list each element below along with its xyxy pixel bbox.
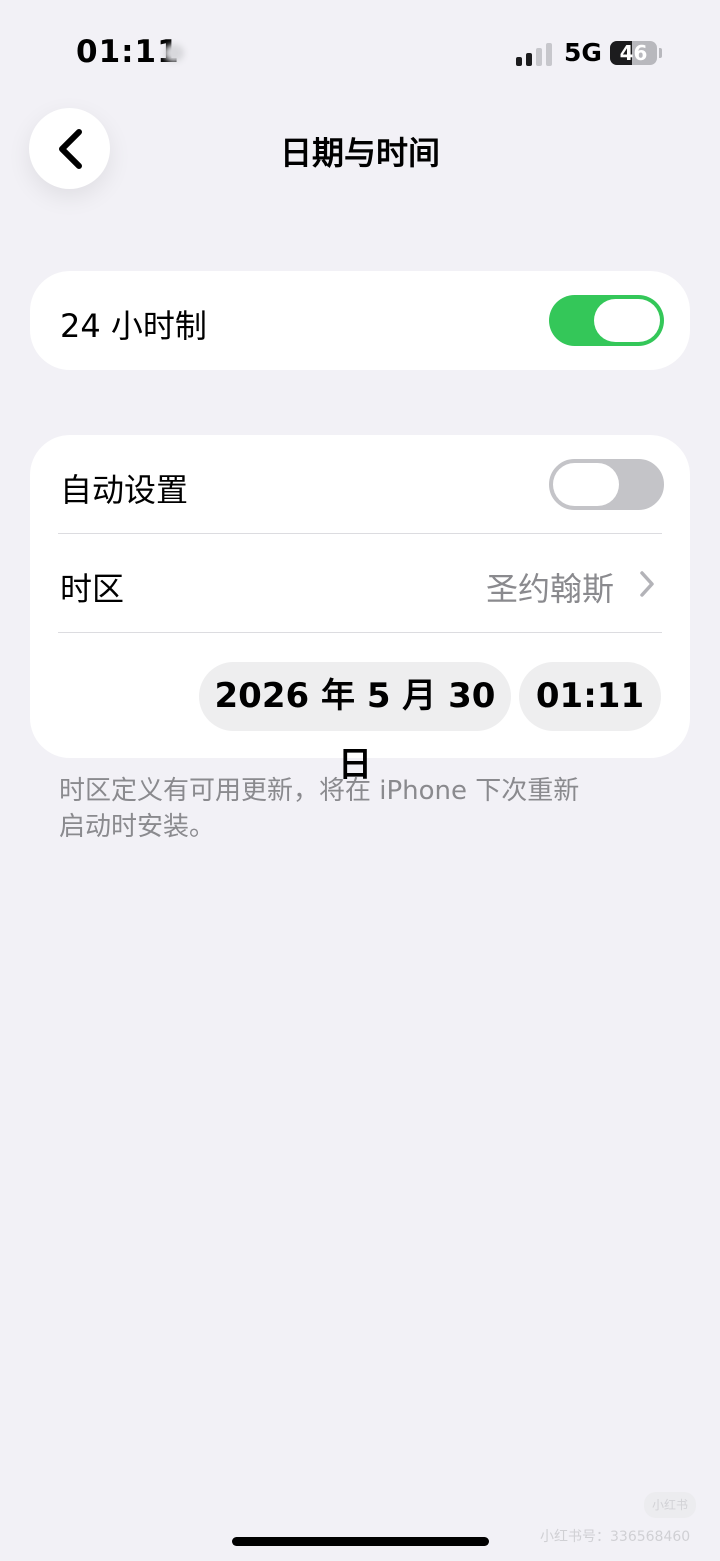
watermark-logo: 小红书 [644,1492,696,1518]
hour-format-card: 24 小时制 [30,271,690,370]
network-type: 5G [564,38,602,67]
timezone-row[interactable]: 时区 圣约翰斯 [30,534,690,633]
auto-set-toggle[interactable] [549,459,664,510]
battery-cap [659,48,662,58]
battery-level: 46 [619,41,648,65]
time-picker-button[interactable]: 01:11 [519,662,661,731]
location-icon [164,44,184,62]
note-line-1: 时区定义有可用更新，将在 iPhone 下次重新 [59,776,580,806]
timezone-label: 时区 [60,570,125,608]
status-bar: 01:11 5G 46 [0,0,720,100]
page-title: 日期与时间 [279,134,440,172]
timezone-update-note: 时区定义有可用更新，将在 iPhone 下次重新 启动时安装。 [59,773,619,845]
hour-24-label: 24 小时制 [60,307,207,345]
toggle-knob [553,463,619,506]
signal-strength-icon [516,42,552,66]
note-line-2: 启动时安装。 [59,812,216,842]
battery-icon: 46 [610,41,657,65]
chevron-right-icon [640,571,654,597]
auto-set-label: 自动设置 [60,471,189,509]
hour-24-toggle[interactable] [549,295,664,346]
hour-24-row: 24 小时制 [30,271,690,370]
date-picker-button[interactable]: 2026 年 5 月 30 日 [199,662,511,785]
watermark-text: 小红书号：336568460 [540,1529,691,1545]
timezone-value: 圣约翰斯 [485,570,614,608]
auto-set-row: 自动设置 [30,435,690,534]
toggle-knob [594,299,660,342]
home-indicator[interactable] [232,1537,489,1546]
date-time-card: 自动设置 时区 圣约翰斯 2026 年 5 月 30 日 01:11 [30,435,690,785]
divider [58,632,662,633]
